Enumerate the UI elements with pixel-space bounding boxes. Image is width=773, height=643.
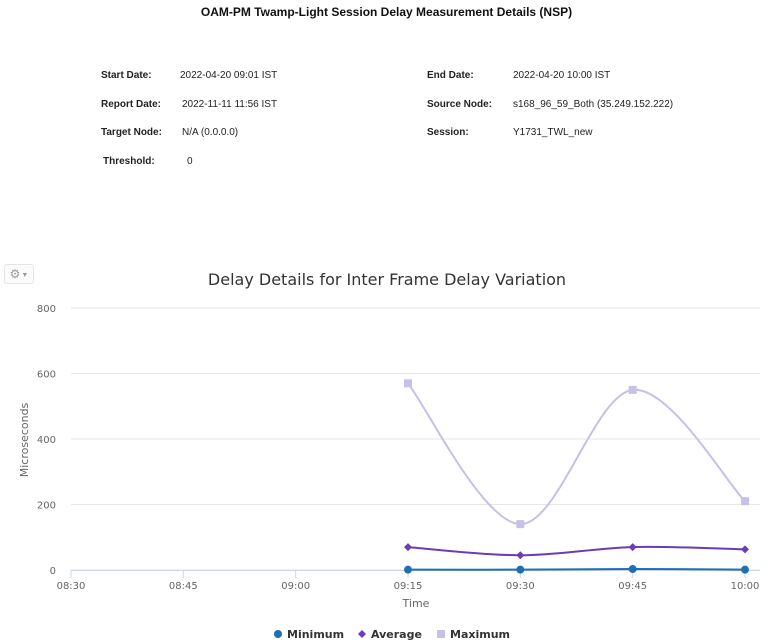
chart-title: Delay Details for Inter Frame Delay Vari… [208,270,566,289]
data-point-average [741,545,749,554]
data-point-minimum [404,565,412,574]
legend-label-minimum: Minimum [287,628,344,641]
legend-label-maximum: Maximum [450,628,510,641]
series-maximum [404,379,749,529]
data-point-maximum [628,385,637,394]
legend-marker-maximum [437,630,445,638]
x-tick-label: 08:45 [169,581,198,592]
delay-chart: Delay Details for Inter Frame Delay Vari… [18,270,760,641]
series-line-maximum [407,382,746,526]
series-line-average [407,545,746,557]
data-point-average [628,543,637,552]
data-point-maximum [516,520,525,529]
y-tick-label: 600 [37,370,56,381]
y-tick-label: 200 [37,501,56,512]
chart-grid [71,307,760,571]
y-axis-title: Microseconds [18,402,31,477]
chevron-down-icon: ▼ [21,271,29,279]
series-line-minimum [407,568,746,571]
chart-menu-button[interactable]: ⚙ ▼ [4,264,34,284]
data-point-minimum [516,565,525,574]
x-tick-label: 08:30 [57,581,86,592]
legend-marker-minimum [274,630,282,638]
y-axis: 0 200 400 600 800 [37,304,56,577]
legend-item-maximum[interactable]: Maximum [437,628,510,641]
data-point-average [404,543,412,552]
y-tick-label: 400 [37,435,56,446]
data-point-minimum [628,565,637,574]
gear-icon: ⚙ [9,267,21,281]
x-tick-label: 09:30 [506,581,535,592]
x-tick-label: 09:15 [394,581,423,592]
data-point-maximum [404,379,412,388]
legend-item-average[interactable]: Average [358,628,422,641]
legend-marker-average [358,630,366,638]
chart-legend[interactable]: Minimum Average Maximum [274,628,510,641]
legend-label-average: Average [371,628,422,641]
chart-series [404,379,749,574]
data-point-minimum [741,565,749,574]
data-point-average [516,551,525,560]
x-tick-label: 10:00 [731,581,760,592]
y-tick-label: 0 [50,566,56,577]
series-average [404,543,749,560]
x-tick-label: 09:00 [281,581,310,592]
legend-item-minimum[interactable]: Minimum [274,628,344,641]
x-tick-label: 09:45 [618,581,647,592]
data-point-maximum [741,497,749,506]
y-tick-label: 800 [37,304,56,315]
x-axis-title: Time [402,597,430,610]
series-minimum [404,565,749,574]
